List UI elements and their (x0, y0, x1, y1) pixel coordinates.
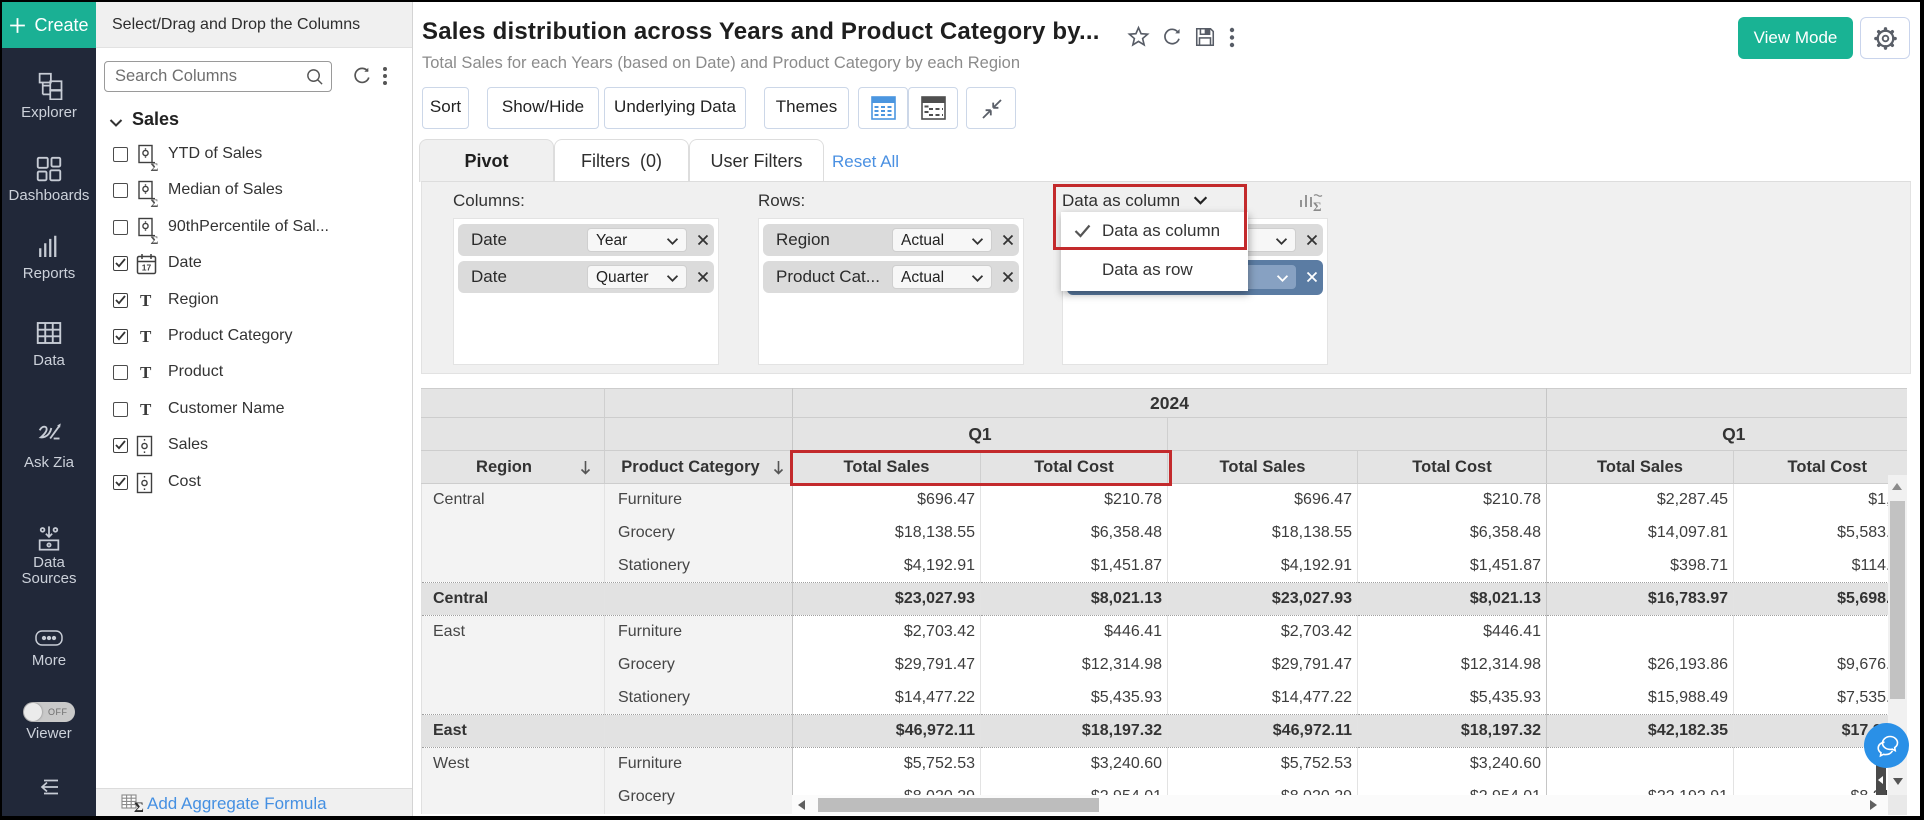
svg-text:Σ: Σ (151, 233, 159, 245)
svg-text:Σ: Σ (134, 800, 144, 815)
svg-text:Σ: Σ (151, 196, 159, 208)
svg-text:17: 17 (142, 263, 152, 273)
svg-text:Σ: Σ (1313, 199, 1322, 212)
svg-text:Σ: Σ (151, 160, 159, 172)
